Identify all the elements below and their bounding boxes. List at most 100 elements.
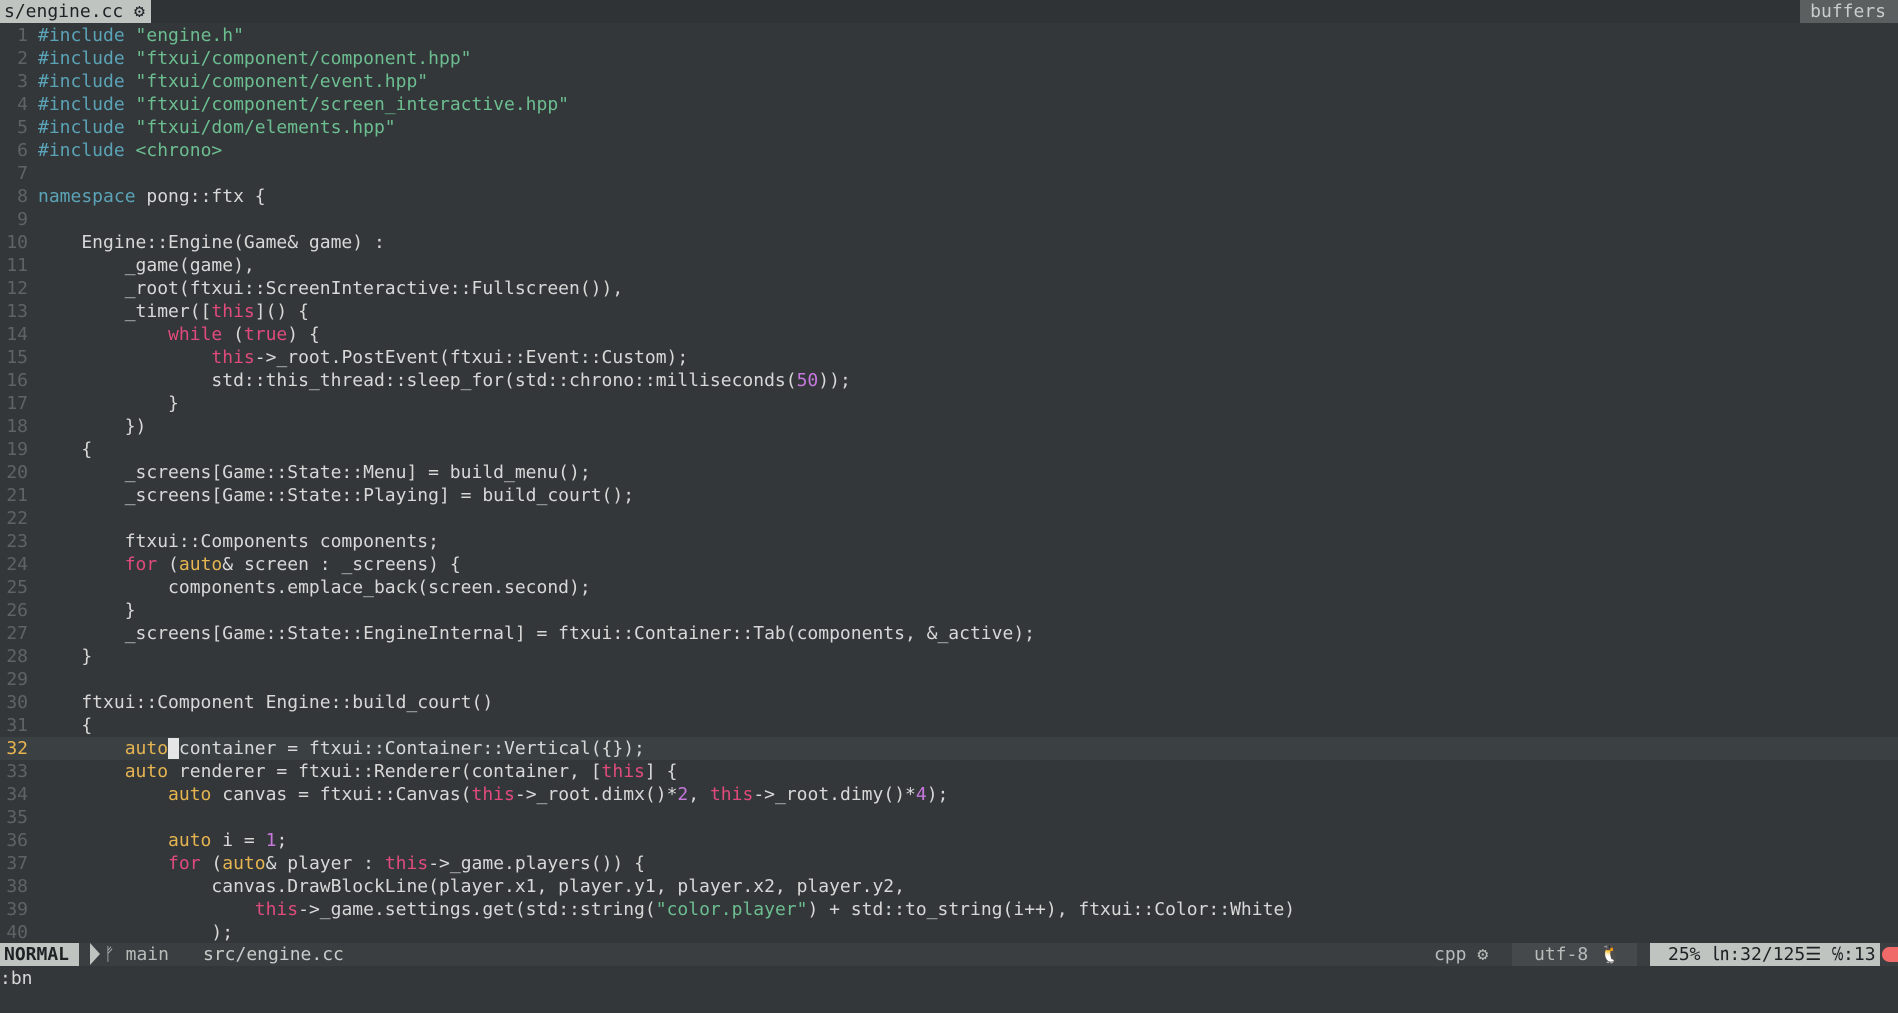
line-number: 17: [6, 393, 28, 414]
code-token: ftxui::Components components;: [38, 531, 439, 552]
code-text[interactable]: ftxui::Component Engine::build_court(): [38, 691, 493, 714]
code-text[interactable]: #include "engine.h": [38, 24, 244, 47]
line-number: 32: [6, 738, 28, 759]
code-line[interactable]: 27 _screens[Game::State::EngineInternal]…: [0, 622, 1898, 645]
line-number: 5: [17, 117, 28, 138]
code-token: "ftxui/component/component.hpp": [135, 48, 472, 69]
code-line[interactable]: 16 std::this_thread::sleep_for(std::chro…: [0, 369, 1898, 392]
code-line[interactable]: 17 }: [0, 392, 1898, 415]
code-text[interactable]: {: [38, 438, 92, 461]
code-token: 50: [796, 370, 819, 391]
code-line[interactable]: 26 }: [0, 599, 1898, 622]
code-line[interactable]: 32 auto container = ftxui::Container::Ve…: [0, 737, 1898, 760]
tab-engine-cc[interactable]: s/engine.cc ⚙: [0, 0, 151, 23]
line-number: 20: [6, 462, 28, 483]
code-text[interactable]: Engine::Engine(Game& game) :: [38, 231, 384, 254]
code-line[interactable]: 6 #include <chrono>: [0, 139, 1898, 162]
code-text[interactable]: canvas.DrawBlockLine(player.x1, player.y…: [38, 875, 905, 898]
code-text[interactable]: _screens[Game::State::Playing] = build_c…: [38, 484, 634, 507]
code-line[interactable]: 4 #include "ftxui/component/screen_intera…: [0, 93, 1898, 116]
code-text[interactable]: }): [38, 415, 147, 438]
command-line[interactable]: :bn: [0, 967, 1898, 990]
code-token: std::this_thread::sleep_for(std::chrono:…: [38, 370, 797, 391]
code-line[interactable]: 20 _screens[Game::State::Menu] = build_m…: [0, 461, 1898, 484]
code-text[interactable]: for (auto& screen : _screens) {: [38, 553, 461, 576]
code-line[interactable]: 31 {: [0, 714, 1898, 737]
code-line[interactable]: 12 _root(ftxui::ScreenInteractive::Fulls…: [0, 277, 1898, 300]
code-text[interactable]: this->_game.settings.get(std::string("co…: [38, 898, 1295, 921]
code-line[interactable]: 9: [0, 208, 1898, 231]
code-line[interactable]: 14 while (true) {: [0, 323, 1898, 346]
code-line[interactable]: 39 this->_game.settings.get(std::string(…: [0, 898, 1898, 921]
code-token: this: [211, 301, 255, 322]
code-token: _screens[Game::State::EngineInternal] = …: [38, 623, 1035, 644]
code-text[interactable]: for (auto& player : this->_game.players(…: [38, 852, 645, 875]
code-text[interactable]: _timer([this]() {: [38, 300, 309, 323]
code-line[interactable]: 22: [0, 507, 1898, 530]
code-text[interactable]: std::this_thread::sleep_for(std::chrono:…: [38, 369, 850, 392]
line-number: 39: [6, 899, 28, 920]
code-line[interactable]: 33 auto renderer = ftxui::Renderer(conta…: [0, 760, 1898, 783]
code-line[interactable]: 18 }): [0, 415, 1898, 438]
code-token: ) + std::to_string(i++), ftxui::Color::W…: [807, 899, 1296, 920]
code-line[interactable]: 8 namespace pong::ftx {: [0, 185, 1898, 208]
code-text[interactable]: #include <chrono>: [38, 139, 222, 162]
code-text[interactable]: while (true) {: [38, 323, 320, 346]
code-token: #include: [38, 117, 136, 138]
code-line[interactable]: 13 _timer([this]() {: [0, 300, 1898, 323]
code-line[interactable]: 3 #include "ftxui/component/event.hpp": [0, 70, 1898, 93]
code-text[interactable]: #include "ftxui/component/screen_interac…: [38, 93, 569, 116]
code-line[interactable]: 21 _screens[Game::State::Playing] = buil…: [0, 484, 1898, 507]
code-token: ->_game.players()) {: [428, 853, 645, 874]
code-line[interactable]: 5 #include "ftxui/dom/elements.hpp": [0, 116, 1898, 139]
code-line[interactable]: 7: [0, 162, 1898, 185]
code-text[interactable]: #include "ftxui/dom/elements.hpp": [38, 116, 396, 139]
code-token: i =: [211, 830, 266, 851]
code-line[interactable]: 36 auto i = 1;: [0, 829, 1898, 852]
code-text[interactable]: }: [38, 645, 92, 668]
code-line[interactable]: 40 );: [0, 921, 1898, 942]
editor-buffer[interactable]: 1 #include "engine.h" 2 #include "ftxui/com…: [0, 24, 1898, 942]
code-text[interactable]: auto canvas = ftxui::Canvas(this->_root.…: [38, 783, 948, 806]
code-text[interactable]: this->_root.PostEvent(ftxui::Event::Cust…: [38, 346, 688, 369]
code-line[interactable]: 37 for (auto& player : this->_game.playe…: [0, 852, 1898, 875]
code-token: "ftxui/component/event.hpp": [135, 71, 429, 92]
code-line[interactable]: 24 for (auto& screen : _screens) {: [0, 553, 1898, 576]
code-text[interactable]: );: [38, 921, 233, 942]
code-text[interactable]: auto i = 1;: [38, 829, 287, 852]
code-text[interactable]: ftxui::Components components;: [38, 530, 439, 553]
buffers-label[interactable]: buffers: [1800, 0, 1898, 23]
code-line[interactable]: 35: [0, 806, 1898, 829]
code-text[interactable]: _screens[Game::State::Menu] = build_menu…: [38, 461, 591, 484]
code-text[interactable]: auto container = ftxui::Container::Verti…: [38, 737, 645, 760]
code-token: "ftxui/dom/elements.hpp": [135, 117, 396, 138]
code-text[interactable]: }: [38, 599, 136, 622]
code-text[interactable]: #include "ftxui/component/component.hpp": [38, 47, 472, 70]
code-line[interactable]: 30 ftxui::Component Engine::build_court(…: [0, 691, 1898, 714]
code-line[interactable]: 15 this->_root.PostEvent(ftxui::Event::C…: [0, 346, 1898, 369]
line-number: 33: [6, 761, 28, 782]
code-line[interactable]: 19 {: [0, 438, 1898, 461]
code-line[interactable]: 25 components.emplace_back(screen.second…: [0, 576, 1898, 599]
code-line[interactable]: 34 auto canvas = ftxui::Canvas(this->_ro…: [0, 783, 1898, 806]
code-text[interactable]: #include "ftxui/component/event.hpp": [38, 70, 428, 93]
code-text[interactable]: }: [38, 392, 179, 415]
code-text[interactable]: _game(game),: [38, 254, 255, 277]
code-text[interactable]: _screens[Game::State::EngineInternal] = …: [38, 622, 1035, 645]
code-line[interactable]: 23 ftxui::Components components;: [0, 530, 1898, 553]
code-line[interactable]: 1 #include "engine.h": [0, 24, 1898, 47]
code-line[interactable]: 28 }: [0, 645, 1898, 668]
code-line[interactable]: 29: [0, 668, 1898, 691]
code-line[interactable]: 10 Engine::Engine(Game& game) :: [0, 231, 1898, 254]
code-token: _screens[Game::State::Playing] = build_c…: [38, 485, 635, 506]
code-line[interactable]: 11 _game(game),: [0, 254, 1898, 277]
code-text[interactable]: _root(ftxui::ScreenInteractive::Fullscre…: [38, 277, 624, 300]
code-text[interactable]: components.emplace_back(screen.second);: [38, 576, 591, 599]
code-text[interactable]: auto renderer = ftxui::Renderer(containe…: [38, 760, 678, 783]
code-text[interactable]: namespace pong::ftx {: [38, 185, 266, 208]
code-text[interactable]: {: [38, 714, 92, 737]
code-line[interactable]: 38 canvas.DrawBlockLine(player.x1, playe…: [0, 875, 1898, 898]
code-token: (: [222, 324, 244, 345]
code-line[interactable]: 2 #include "ftxui/component/component.hpp…: [0, 47, 1898, 70]
